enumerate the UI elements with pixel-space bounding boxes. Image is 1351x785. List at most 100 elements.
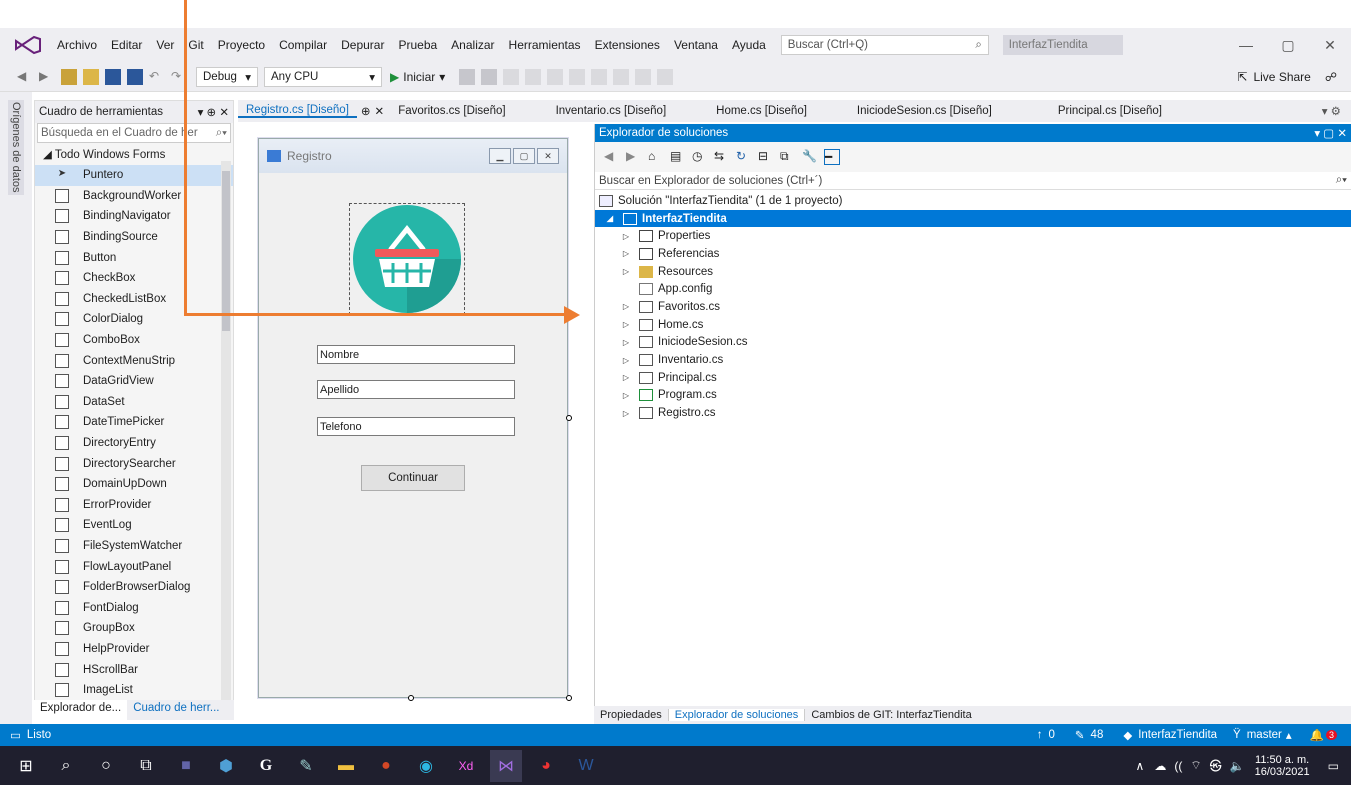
toolbox-item-checkedlistbox[interactable]: CheckedListBox xyxy=(35,289,233,310)
solution-item-inventario-cs[interactable]: ▷ Inventario.cs xyxy=(595,351,1351,369)
tab-favoritos-design[interactable]: Favoritos.cs [Diseño] xyxy=(390,105,513,117)
repo-icon[interactable]: ◆ xyxy=(1123,728,1132,742)
resize-handle-bottom[interactable] xyxy=(408,695,414,701)
toolbox-item-bindingsource[interactable]: BindingSource xyxy=(35,227,233,248)
menu-compilar[interactable]: Compilar xyxy=(272,38,334,52)
grid-icon[interactable] xyxy=(657,68,674,85)
collapse-all-icon[interactable]: ⊟ xyxy=(758,149,774,165)
visual-studio-icon[interactable]: ⋈ xyxy=(490,749,522,782)
search-input[interactable]: Buscar (Ctrl+Q) ⌕ xyxy=(780,35,989,55)
expand-arrow-icon[interactable]: ▷ xyxy=(621,373,631,382)
toolbox-item-button[interactable]: Button xyxy=(35,247,233,268)
toolbox-group-header[interactable]: ◢ Todo Windows Forms xyxy=(35,143,233,165)
home-icon[interactable]: ⌂ xyxy=(648,149,664,165)
network-icon[interactable]: (( xyxy=(1174,759,1182,773)
toolbox-scroll-thumb[interactable] xyxy=(222,171,230,331)
continuar-button[interactable]: Continuar xyxy=(361,465,465,491)
solution-item-program-cs[interactable]: ▷ Program.cs xyxy=(595,387,1351,405)
preview-icon[interactable]: ━ xyxy=(824,149,840,165)
new-project-icon[interactable] xyxy=(61,68,77,85)
tab-toolbox[interactable]: Cuadro de herr... xyxy=(127,700,225,720)
toolbox-item-imagelist[interactable]: ImageList xyxy=(35,680,233,701)
switch-views-icon[interactable]: ▤ xyxy=(670,149,686,165)
show-all-files-icon[interactable]: ⧉ xyxy=(780,149,796,165)
project-node[interactable]: ◢ InterfazTiendita xyxy=(595,209,1351,228)
toolbox-item-folderbrowserdialog[interactable]: FolderBrowserDialog xyxy=(35,577,233,598)
expand-arrow-icon[interactable]: ▷ xyxy=(621,232,631,241)
onedrive-icon[interactable]: ☁ xyxy=(1154,759,1166,773)
expand-arrow-icon[interactable]: ▷ xyxy=(621,356,631,365)
toolbox-item-datetimepicker[interactable]: DateTimePicker xyxy=(35,412,233,433)
g-app-icon[interactable]: G xyxy=(250,750,282,782)
toolbox-item-fontdialog[interactable]: FontDialog xyxy=(35,597,233,618)
edge-icon[interactable]: ◉ xyxy=(410,750,442,782)
expand-arrow-icon[interactable]: ▷ xyxy=(621,409,631,418)
menu-depurar[interactable]: Depurar xyxy=(334,38,391,52)
basket-picturebox[interactable] xyxy=(349,203,465,315)
panel-options-icon[interactable]: ▾ ▢ ✕ xyxy=(1314,126,1347,140)
align-right-icon[interactable] xyxy=(547,68,564,85)
toolbox-item-filesystemwatcher[interactable]: FileSystemWatcher xyxy=(35,536,233,557)
chrome-icon[interactable]: ◕ xyxy=(530,750,562,782)
notification-bell-icon[interactable]: 🔔 xyxy=(1310,728,1324,742)
form-registro[interactable]: Registro ▁ ▢ ✕ Nombre Apellido Telefono … xyxy=(258,138,568,698)
expand-arrow-icon[interactable]: ▷ xyxy=(621,249,631,258)
search-icon[interactable]: ⌕ xyxy=(50,750,82,782)
solution-item-favoritos-cs[interactable]: ▷ Favoritos.cs xyxy=(595,298,1351,316)
powerpoint-icon[interactable]: ● xyxy=(370,750,402,782)
align-icon[interactable] xyxy=(481,68,498,85)
toolbox-item-directoryentry[interactable]: DirectoryEntry xyxy=(35,433,233,454)
edit-count[interactable]: 48 xyxy=(1091,729,1104,741)
tab-iniciodesesion-design[interactable]: IniciodeSesion.cs [Diseño] xyxy=(849,105,1000,117)
task-view-icon[interactable]: ⧉ xyxy=(130,750,162,782)
sync-icon[interactable]: ⇆ xyxy=(714,149,730,165)
forward-icon[interactable]: ▶ xyxy=(626,149,642,165)
solution-item-referencias[interactable]: ▷ Referencias xyxy=(595,245,1351,263)
back-icon[interactable]: ◀ xyxy=(604,149,620,165)
minimize-button[interactable]: — xyxy=(1225,37,1267,53)
pencil-icon[interactable]: ✎ xyxy=(1075,728,1085,742)
menu-proyecto[interactable]: Proyecto xyxy=(211,38,272,52)
tab-data-explorer[interactable]: Explorador de... xyxy=(34,700,128,720)
undo-icon[interactable]: ↶ xyxy=(149,69,165,85)
solution-item-home-cs[interactable]: ▷ Home.cs xyxy=(595,316,1351,334)
pin-icon[interactable]: ▾ ⊕ ✕ xyxy=(198,105,229,119)
tab-inventario-design[interactable]: Inventario.cs [Diseño] xyxy=(548,105,675,117)
menu-analizar[interactable]: Analizar xyxy=(444,38,501,52)
solution-item-registro-cs[interactable]: ▷ Registro.cs xyxy=(595,404,1351,422)
wifi-icon[interactable]: ⌔ xyxy=(1190,758,1201,773)
tab-git-changes[interactable]: Cambios de GIT: InterfazTiendita xyxy=(805,709,977,721)
tab-solution-explorer[interactable]: Explorador de soluciones xyxy=(667,709,806,721)
refresh-icon[interactable]: ↻ xyxy=(736,149,752,165)
start-button[interactable]: ▶ Iniciar ▾ xyxy=(390,70,445,84)
menu-extensiones[interactable]: Extensiones xyxy=(588,38,667,52)
resize-handle-right[interactable] xyxy=(566,415,572,421)
solution-item-app-config[interactable]: App.config xyxy=(595,280,1351,298)
save-icon[interactable] xyxy=(105,68,121,85)
volume-icon[interactable]: 🔈 xyxy=(1230,759,1245,773)
solution-node[interactable]: Solución "InterfazTiendita" (1 de 1 proy… xyxy=(595,192,1351,210)
forward-icon[interactable]: ▶ xyxy=(39,69,55,85)
telefono-textbox[interactable]: Telefono xyxy=(317,417,515,436)
solution-explorer-search[interactable]: Buscar en Explorador de soluciones (Ctrl… xyxy=(595,172,1351,190)
close-icon[interactable]: ✕ xyxy=(375,104,385,118)
ime-icon[interactable]: ㉿ xyxy=(1210,757,1222,774)
repo-name[interactable]: InterfazTiendita xyxy=(1138,729,1217,741)
expand-arrow-icon[interactable]: ▷ xyxy=(621,338,631,347)
toolbox-item-flowlayoutpanel[interactable]: FlowLayoutPanel xyxy=(35,556,233,577)
toolbox-item-errorprovider[interactable]: ErrorProvider xyxy=(35,495,233,516)
toolbox-item-groupbox[interactable]: GroupBox xyxy=(35,618,233,639)
toolbox-item-domainupdown[interactable]: DomainUpDown xyxy=(35,474,233,495)
menu-ayuda[interactable]: Ayuda xyxy=(725,38,773,52)
toolbox-item-directorysearcher[interactable]: DirectorySearcher xyxy=(35,453,233,474)
toolbox-item-puntero[interactable]: ➤ Puntero xyxy=(35,165,233,186)
pending-changes-icon[interactable]: ◷ xyxy=(692,149,708,165)
action-center-icon[interactable]: ▭ xyxy=(1328,759,1339,773)
menu-prueba[interactable]: Prueba xyxy=(391,38,444,52)
menu-archivo[interactable]: Archivo xyxy=(50,38,104,52)
open-icon[interactable] xyxy=(83,68,99,85)
word-icon[interactable]: W xyxy=(570,750,602,782)
solution-item-properties[interactable]: ▷ Properties xyxy=(595,227,1351,245)
platform-dropdown[interactable]: Any CPU ▾ xyxy=(264,66,382,87)
solution-item-principal-cs[interactable]: ▷ Principal.cs xyxy=(595,369,1351,387)
